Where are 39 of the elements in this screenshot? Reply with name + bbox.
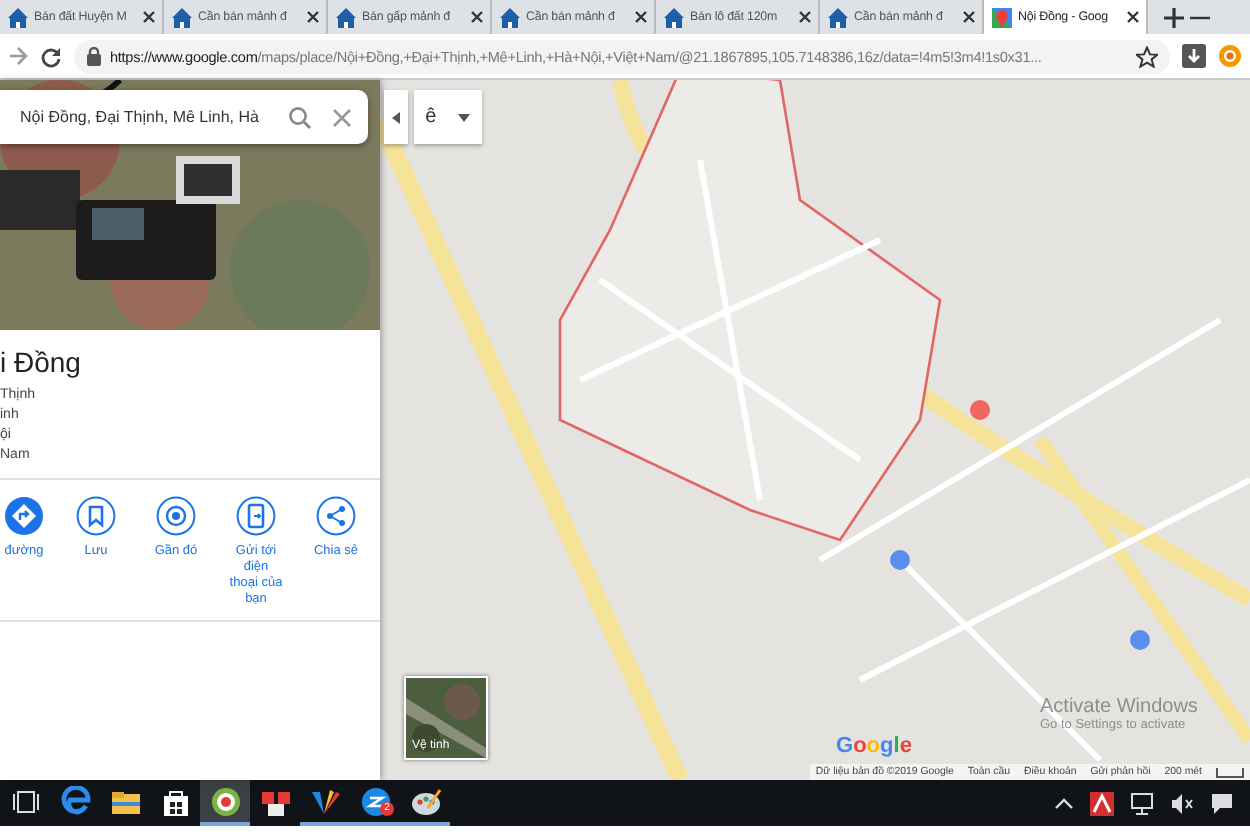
map-pin-icon [990, 5, 1014, 29]
download-icon[interactable] [1182, 44, 1206, 68]
close-icon[interactable] [142, 10, 156, 24]
phone-icon[interactable] [236, 496, 276, 536]
close-icon[interactable] [1126, 10, 1140, 24]
bookmark-icon[interactable] [76, 496, 116, 536]
close-icon[interactable] [798, 10, 812, 24]
house-icon [170, 5, 194, 29]
taskbar-button[interactable] [200, 780, 250, 826]
antivirus-icon[interactable] [1090, 791, 1114, 815]
house-icon [334, 5, 358, 29]
reload-icon[interactable] [40, 45, 62, 67]
palette-icon [409, 785, 441, 817]
colorful-wings-icon [309, 785, 341, 817]
house-icon [826, 5, 850, 29]
chevron-up-icon[interactable] [1054, 793, 1074, 813]
close-icon[interactable] [470, 10, 484, 24]
shopping-bag-icon [159, 785, 191, 817]
forward-icon[interactable] [8, 46, 28, 66]
new-tab-icon[interactable] [1164, 7, 1184, 27]
lock-icon [86, 46, 102, 66]
nearby-icon[interactable] [156, 496, 196, 536]
notifications-icon[interactable] [1210, 791, 1234, 815]
house-icon [662, 5, 686, 29]
share-icon[interactable] [316, 496, 356, 536]
star-icon[interactable] [1136, 45, 1158, 67]
edge-icon [59, 785, 91, 817]
muted-speaker-icon[interactable] [1170, 791, 1194, 815]
task-view-icon [9, 785, 41, 817]
extension-icon[interactable] [1218, 44, 1242, 68]
place-title: i Đồng [0, 346, 83, 378]
close-icon[interactable] [962, 10, 976, 24]
house-icon [498, 5, 522, 29]
close-icon[interactable] [306, 10, 320, 24]
network-icon[interactable] [1130, 791, 1154, 815]
target-icon [209, 785, 241, 817]
house-icon [6, 5, 30, 29]
close-icon[interactable] [634, 10, 648, 24]
directions-icon[interactable] [4, 496, 44, 536]
